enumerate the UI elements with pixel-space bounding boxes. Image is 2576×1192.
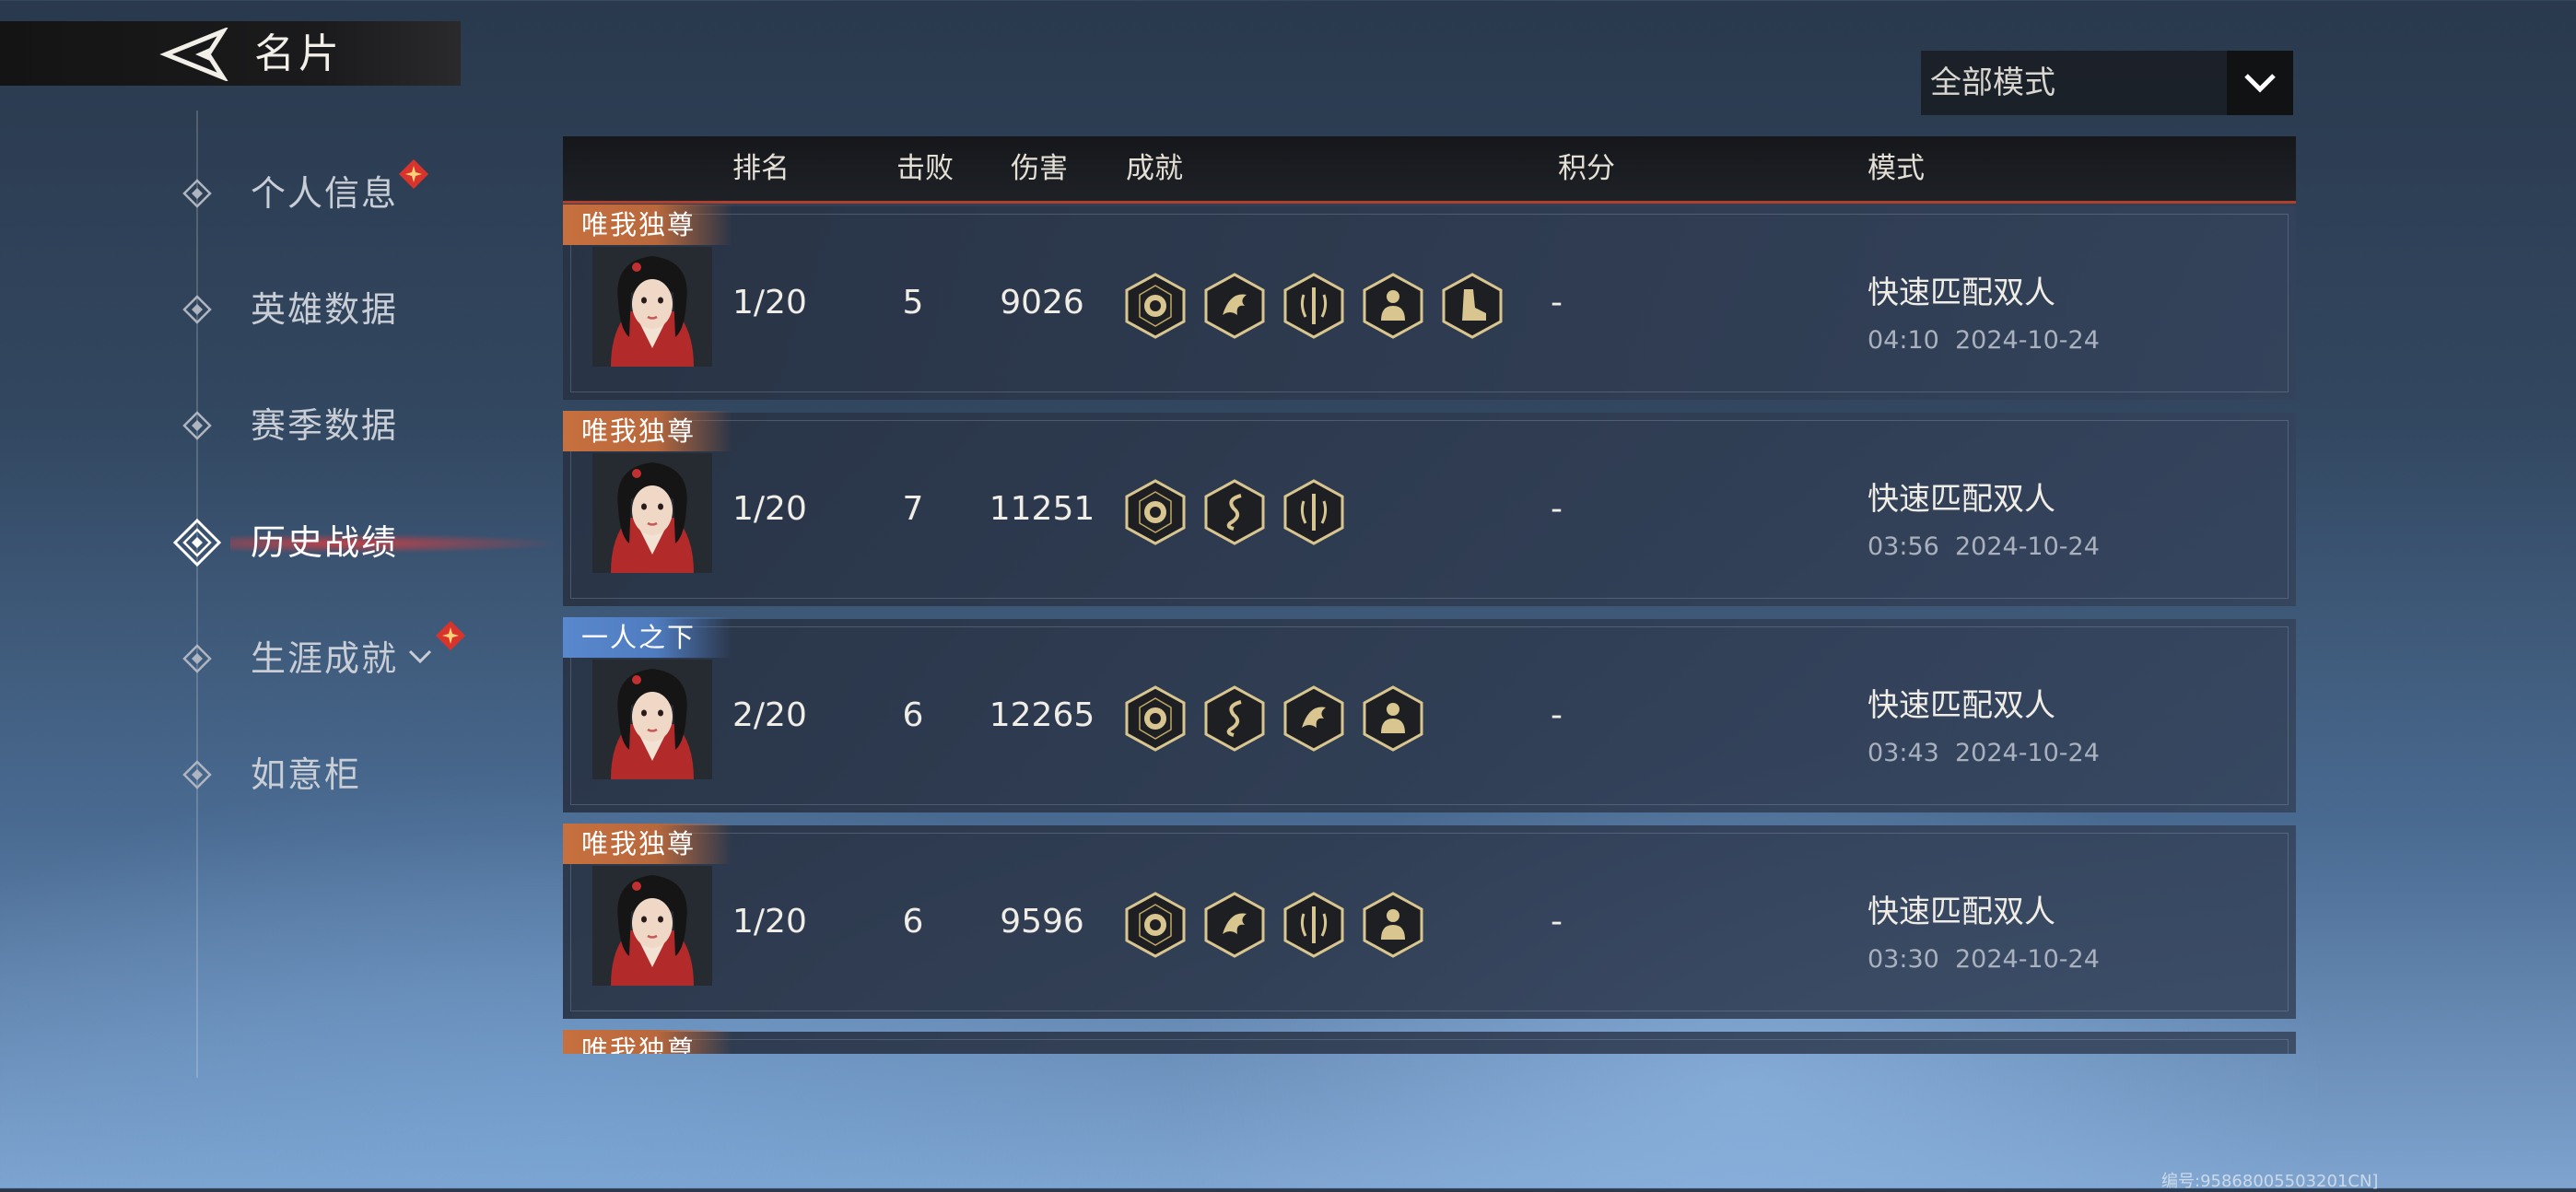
match-time: 04:10 2024-10-24 (1868, 326, 2100, 355)
mode-name: 快速匹配双人 (1868, 481, 2055, 518)
kills-value: 6 (902, 903, 924, 941)
hero-avatar (592, 453, 712, 573)
warrior-badge-icon[interactable] (1361, 685, 1425, 752)
nav-item-label: 生涯成就 (251, 638, 399, 679)
warrior-badge-icon[interactable] (1361, 892, 1425, 958)
nav-item-label: 如意柜 (251, 754, 362, 795)
back-arrow-icon[interactable] (158, 28, 232, 81)
lion-head-badge-icon[interactable] (1123, 273, 1188, 339)
active-diamond-marker-icon (173, 519, 221, 567)
match-time: 03:30 2024-10-24 (1868, 945, 2100, 974)
warrior-badge-icon[interactable] (1361, 273, 1425, 339)
table-row[interactable]: 唯我独尊 1/20 5 9026 - 快速匹配双人 04:10 2024-10-… (563, 205, 2296, 400)
hero-avatar (592, 660, 712, 779)
header-damage: 伤害 (1011, 152, 1068, 185)
red-dot-badge-icon (399, 159, 428, 189)
result-tag: 唯我独尊 (563, 411, 733, 451)
score-value: - (1551, 696, 1563, 734)
mode-filter-value: 全部模式 (1930, 64, 2055, 101)
kills-value: 5 (902, 284, 924, 321)
hero-avatar (592, 247, 712, 367)
damage-value: 9026 (1000, 284, 1084, 321)
chevron-down-icon (2244, 74, 2276, 93)
score-value: - (1551, 490, 1563, 528)
nav-item-wish-cabinet[interactable]: 如意柜 (166, 738, 479, 812)
damage-value: 9596 (1000, 903, 1084, 941)
build-id-text: 编号:95868005503201CN] (2161, 1172, 2379, 1191)
diamond-marker-icon (182, 295, 212, 324)
match-time: 03:56 2024-10-24 (1868, 532, 2100, 561)
table-row[interactable]: 唯我独尊 (563, 1030, 2296, 1054)
nav-item-personal-info[interactable]: 个人信息 (166, 157, 479, 230)
diamond-marker-icon (182, 644, 212, 673)
nav-item-label: 历史战绩 (251, 522, 399, 563)
mode-name: 快速匹配双人 (1868, 687, 2055, 724)
sword-badge-icon[interactable] (1282, 273, 1346, 339)
rank-value: 1/20 (732, 284, 807, 321)
page-title: 名片 (254, 30, 343, 77)
table-row[interactable]: 一人之下 2/20 6 12265 - 快速匹配双人 03:43 2024-10… (563, 617, 2296, 812)
rank-value: 2/20 (732, 696, 807, 734)
table-header: 排名 击败 伤害 成就 积分 模式 (563, 136, 2296, 204)
nav-item-label: 赛季数据 (251, 405, 399, 446)
mode-filter-dropdown[interactable]: 全部模式 (1921, 51, 2293, 115)
diamond-marker-icon (182, 760, 212, 789)
dragon-badge-icon[interactable] (1202, 273, 1267, 339)
result-tag: 唯我独尊 (563, 205, 733, 245)
chevron-down-icon[interactable] (407, 648, 433, 666)
header-kills: 击败 (896, 152, 954, 185)
nav-item-season-data[interactable]: 赛季数据 (166, 389, 479, 462)
header-mode: 模式 (1868, 152, 1925, 185)
damage-value: 11251 (989, 490, 1095, 528)
kills-value: 6 (902, 696, 924, 734)
boot-badge-icon[interactable] (1440, 273, 1505, 339)
nav-item-career-achievements[interactable]: 生涯成就 (166, 621, 479, 695)
table-row[interactable]: 唯我独尊 1/20 7 11251 - 快速匹配双人 03:56 2024-10… (563, 411, 2296, 606)
nav-rail-line (196, 111, 198, 1078)
red-dot-badge-icon (436, 621, 465, 650)
diamond-marker-icon (182, 411, 212, 440)
diamond-marker-icon (182, 179, 212, 208)
match-time: 03:43 2024-10-24 (1868, 739, 2100, 767)
score-value: - (1551, 284, 1563, 321)
rank-value: 1/20 (732, 903, 807, 941)
dropdown-toggle-button[interactable] (2227, 51, 2293, 115)
result-tag: 一人之下 (563, 617, 733, 658)
kills-value: 7 (902, 490, 924, 528)
header-rank: 排名 (732, 152, 790, 185)
mode-name: 快速匹配双人 (1868, 894, 2055, 930)
mode-name: 快速匹配双人 (1868, 275, 2055, 311)
result-tag: 唯我独尊 (563, 1030, 733, 1054)
dragon-badge-icon[interactable] (1202, 892, 1267, 958)
serpent-badge-icon[interactable] (1202, 479, 1267, 545)
nav-item-match-history[interactable]: 历史战绩 (166, 506, 562, 579)
nav-item-label: 英雄数据 (251, 289, 399, 330)
lion-head-badge-icon[interactable] (1123, 892, 1188, 958)
hero-avatar (592, 866, 712, 986)
lion-head-badge-icon[interactable] (1123, 479, 1188, 545)
serpent-badge-icon[interactable] (1202, 685, 1267, 752)
dragon-badge-icon[interactable] (1282, 685, 1346, 752)
score-value: - (1551, 903, 1563, 941)
result-tag: 唯我独尊 (563, 824, 733, 864)
sword-badge-icon[interactable] (1282, 479, 1346, 545)
table-row[interactable]: 唯我独尊 1/20 6 9596 - 快速匹配双人 03:30 2024-10-… (563, 824, 2296, 1019)
header-achievements: 成就 (1126, 152, 1183, 185)
lion-head-badge-icon[interactable] (1123, 685, 1188, 752)
match-history-table[interactable]: 排名 击败 伤害 成就 积分 模式 唯我独尊 1/20 5 9026 - 快速匹… (563, 136, 2296, 1054)
sword-badge-icon[interactable] (1282, 892, 1346, 958)
nav-item-label: 个人信息 (251, 173, 399, 214)
rank-value: 1/20 (732, 490, 807, 528)
damage-value: 12265 (989, 696, 1095, 734)
nav-item-hero-data[interactable]: 英雄数据 (166, 273, 479, 346)
row-frame (570, 1039, 2289, 1054)
header-score: 积分 (1558, 152, 1615, 185)
